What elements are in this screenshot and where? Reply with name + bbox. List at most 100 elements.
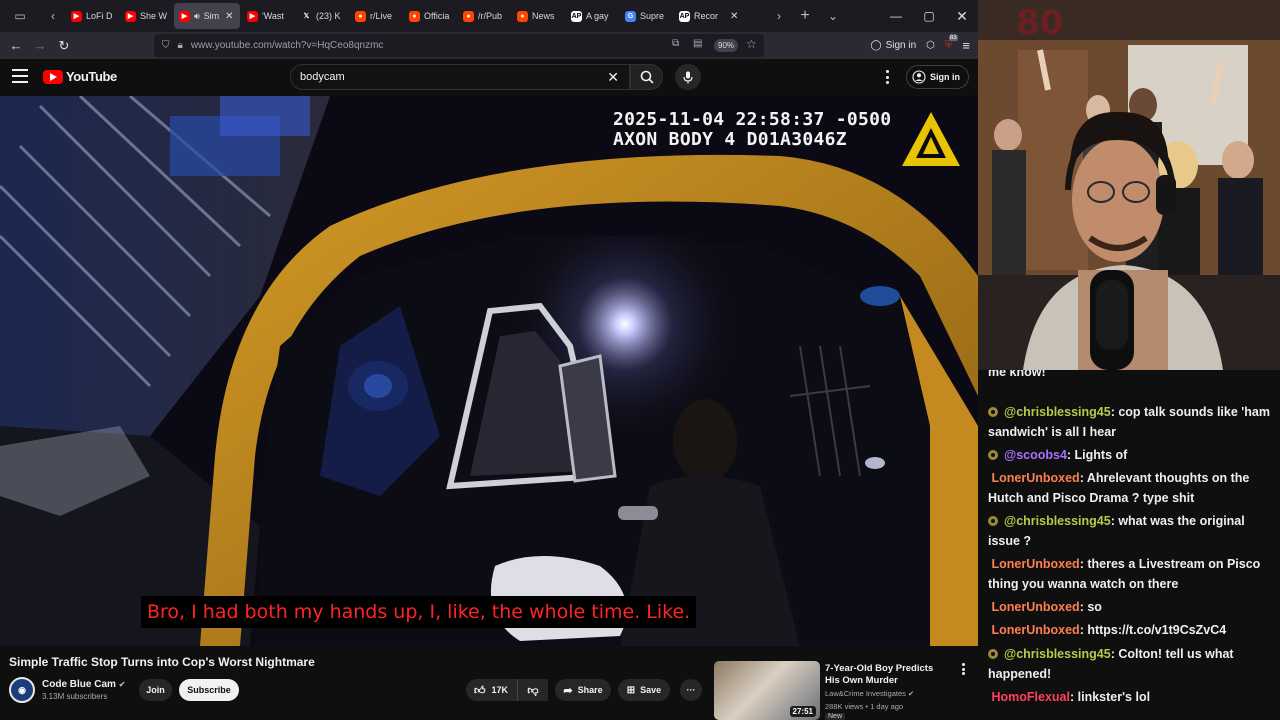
- app-menu-icon[interactable]: ≡: [962, 38, 970, 53]
- youtube-logo[interactable]: YouTube: [43, 69, 117, 84]
- settings-kebab-icon[interactable]: [885, 70, 889, 84]
- minimize-icon[interactable]: —: [880, 0, 912, 32]
- chat-username[interactable]: HomoFlexual: [991, 690, 1070, 704]
- dislike-button[interactable]: 👎︎: [517, 679, 548, 701]
- join-button[interactable]: Join: [139, 679, 172, 701]
- browser-tab-label: r/Live: [370, 11, 393, 21]
- zoom-level[interactable]: 90%: [714, 39, 739, 52]
- channel-avatar[interactable]: ◉: [9, 677, 35, 703]
- chat-username[interactable]: LonerUnboxed: [991, 471, 1079, 485]
- url-text: www.youtube.com/watch?v=HqCeo8qnzmc: [190, 40, 384, 51]
- axon-logo-icon: [902, 112, 960, 166]
- close-tab-icon[interactable]: ✕: [730, 11, 738, 22]
- chat-text: : https://t.co/v1t9CsZvC4: [1079, 623, 1227, 637]
- browser-sign-in[interactable]: Sign in: [886, 40, 917, 51]
- guide-menu-icon[interactable]: [12, 69, 28, 83]
- browser-tab-bar: ▭ ‹ ▶ LoFi D ▶ She W ▶ 🔊︎ Sim ✕ ▶ 'Wast 𝕏 (23) K ● r/…: [0, 0, 978, 32]
- browser-tab[interactable]: ▶ 'Wast: [242, 3, 294, 29]
- tab-list-dropdown-icon[interactable]: ⌄: [818, 0, 848, 32]
- account-icon[interactable]: ◯: [870, 40, 881, 51]
- save-label: Save: [640, 685, 662, 695]
- browser-tab[interactable]: AP A gay: [566, 3, 618, 29]
- reader-view-icon[interactable]: ▤: [693, 38, 702, 49]
- browser-tab[interactable]: ● Officia: [404, 3, 456, 29]
- back-icon[interactable]: ←: [4, 32, 28, 59]
- save-button[interactable]: ⊞ Save: [618, 679, 670, 701]
- browser-tab[interactable]: ● /r/Pub: [458, 3, 510, 29]
- close-tab-icon[interactable]: ✕: [225, 11, 233, 22]
- video-player[interactable]: 2025-11-04 22:58:37 -0500 AXON BODY 4 D0…: [0, 96, 978, 646]
- chat-username[interactable]: @chrisblessing45: [1004, 514, 1111, 528]
- recommended-meta: 288K views • 1 day ago: [825, 702, 904, 711]
- reload-icon[interactable]: ↻: [52, 32, 76, 59]
- address-bar[interactable]: ⛉ 🔒︎ www.youtube.com/watch?v=HqCeo8qnzmc…: [154, 34, 764, 57]
- search-button[interactable]: [630, 64, 663, 90]
- chat-message: LonerUnboxed: Ahrelevant thoughts on the…: [988, 468, 1276, 508]
- chat-username[interactable]: LonerUnboxed: [991, 623, 1079, 637]
- video-details: Simple Traffic Stop Turns into Cop's Wor…: [0, 646, 978, 720]
- browser-tab[interactable]: AP Recor: [674, 3, 726, 29]
- share-button[interactable]: ➦ Share: [555, 679, 611, 701]
- lock-icon[interactable]: 🔒︎: [178, 40, 183, 51]
- browser-tab[interactable]: ▶ LoFi D: [66, 3, 118, 29]
- new-tab-icon[interactable]: +: [792, 0, 818, 32]
- reddit-favicon-icon: ●: [463, 10, 474, 22]
- reddit-favicon-icon: ●: [355, 10, 366, 22]
- browser-nav-bar: ← → ↻ ⛉ 🔒︎ www.youtube.com/watch?v=HqCeo…: [0, 32, 978, 59]
- picture-in-picture-icon[interactable]: ⧉: [672, 38, 679, 49]
- recommended-channel[interactable]: Law&Crime Investigates ✔: [825, 689, 914, 698]
- share-label: Share: [577, 685, 603, 695]
- search-icon: [640, 70, 654, 84]
- maximize-icon[interactable]: ▢: [913, 0, 945, 32]
- browser-tab[interactable]: ● r/Live: [350, 3, 402, 29]
- tracking-protection-icon[interactable]: ⛉: [162, 40, 170, 51]
- chat-text: : Lights of: [1066, 448, 1128, 462]
- chat-username[interactable]: LonerUnboxed: [991, 557, 1079, 571]
- ublock-icon[interactable]: ⛨ 83: [945, 35, 958, 51]
- chat-message: @scoobs4: Lights of: [988, 445, 1276, 465]
- voice-search-button[interactable]: [675, 64, 701, 90]
- browser-tab-label: News: [532, 11, 555, 21]
- chat-username[interactable]: LonerUnboxed: [991, 600, 1079, 614]
- recommended-menu-icon[interactable]: [961, 663, 965, 675]
- youtube-favicon-icon: ▶: [247, 10, 258, 22]
- tabs-scroll-right-icon[interactable]: ›: [766, 0, 792, 32]
- ap-favicon-icon: AP: [679, 10, 690, 22]
- subscriber-count: 3.13M subscribers: [42, 692, 108, 701]
- youtube-header: YouTube bodycam ✕ Sign in: [0, 59, 978, 96]
- google-favicon-icon: G: [625, 10, 636, 22]
- chat-username[interactable]: @scoobs4: [1004, 448, 1067, 462]
- ap-favicon-icon: AP: [571, 10, 582, 22]
- reddit-favicon-icon: ●: [517, 10, 528, 22]
- browser-tab[interactable]: 𝕏 (23) K: [296, 3, 348, 29]
- browser-tab[interactable]: ▶ She W: [120, 3, 172, 29]
- tabs-scroll-left-icon[interactable]: ‹: [40, 0, 66, 32]
- channel-name[interactable]: Code Blue Cam ✔: [42, 679, 125, 690]
- youtube-play-icon: [43, 69, 63, 84]
- tab-audio-icon[interactable]: 🔊︎: [194, 11, 200, 22]
- overlay-timestamp: 2025-11-04 22:58:37 -0500: [613, 109, 892, 130]
- subscribe-button[interactable]: Subscribe: [179, 679, 239, 701]
- tab-overview-icon[interactable]: ▭: [0, 0, 40, 32]
- search-input[interactable]: bodycam ✕: [290, 64, 630, 90]
- recommended-title[interactable]: 7-Year-Old Boy Predicts His Own Murder: [825, 663, 945, 687]
- sign-in-button[interactable]: Sign in: [906, 65, 969, 89]
- bookmark-star-icon[interactable]: ☆: [746, 37, 757, 51]
- chat-message: HomoFlexual: linkster's lol: [988, 687, 1276, 707]
- recommended-thumbnail[interactable]: 27:51: [714, 661, 820, 720]
- chat-username[interactable]: @chrisblessing45: [1004, 405, 1111, 419]
- browser-tab[interactable]: G Supre: [620, 3, 672, 29]
- browser-tab-label: A gay: [586, 11, 609, 21]
- forward-icon[interactable]: →: [28, 32, 52, 59]
- extensions-icon[interactable]: ⬡: [926, 40, 935, 51]
- member-badge-icon: [988, 450, 998, 460]
- browser-tab[interactable]: ▶ 🔊︎ Sim ✕: [174, 3, 240, 29]
- more-actions-button[interactable]: ···: [680, 679, 702, 701]
- chat-text: me know!: [988, 370, 1046, 379]
- browser-tab[interactable]: ● News: [512, 3, 564, 29]
- clear-search-icon[interactable]: ✕: [607, 69, 619, 86]
- x-favicon-icon: 𝕏: [301, 10, 312, 22]
- close-window-icon[interactable]: ✕: [946, 0, 978, 32]
- chat-message: me know!: [988, 370, 1276, 382]
- chat-username[interactable]: @chrisblessing45: [1004, 647, 1111, 661]
